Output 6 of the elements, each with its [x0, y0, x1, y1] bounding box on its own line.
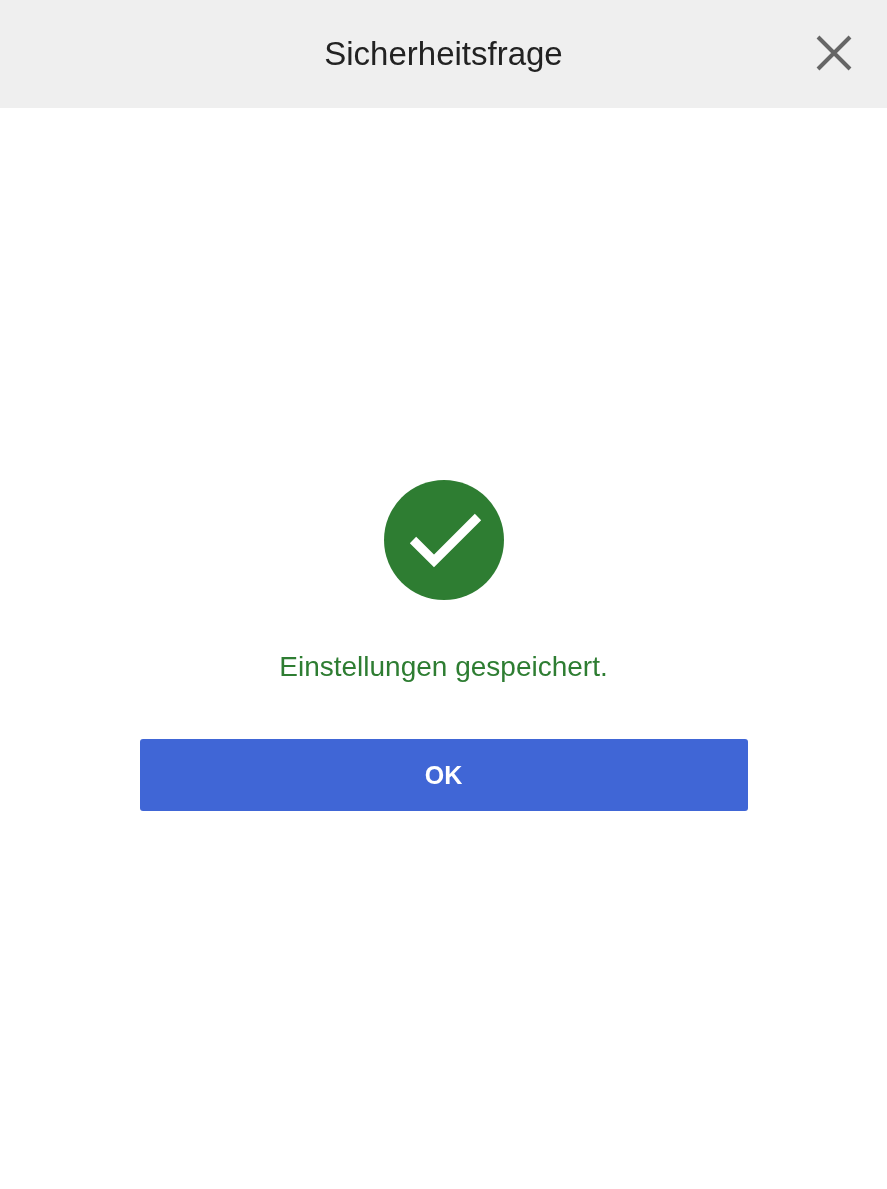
check-circle-icon: [383, 480, 504, 600]
ok-button[interactable]: OK: [139, 739, 748, 811]
close-icon: [816, 35, 852, 71]
status-message: Einstellungen gespeichert.: [279, 651, 608, 683]
dialog-title: Sicherheitsfrage: [324, 35, 563, 73]
close-button[interactable]: [815, 34, 853, 72]
